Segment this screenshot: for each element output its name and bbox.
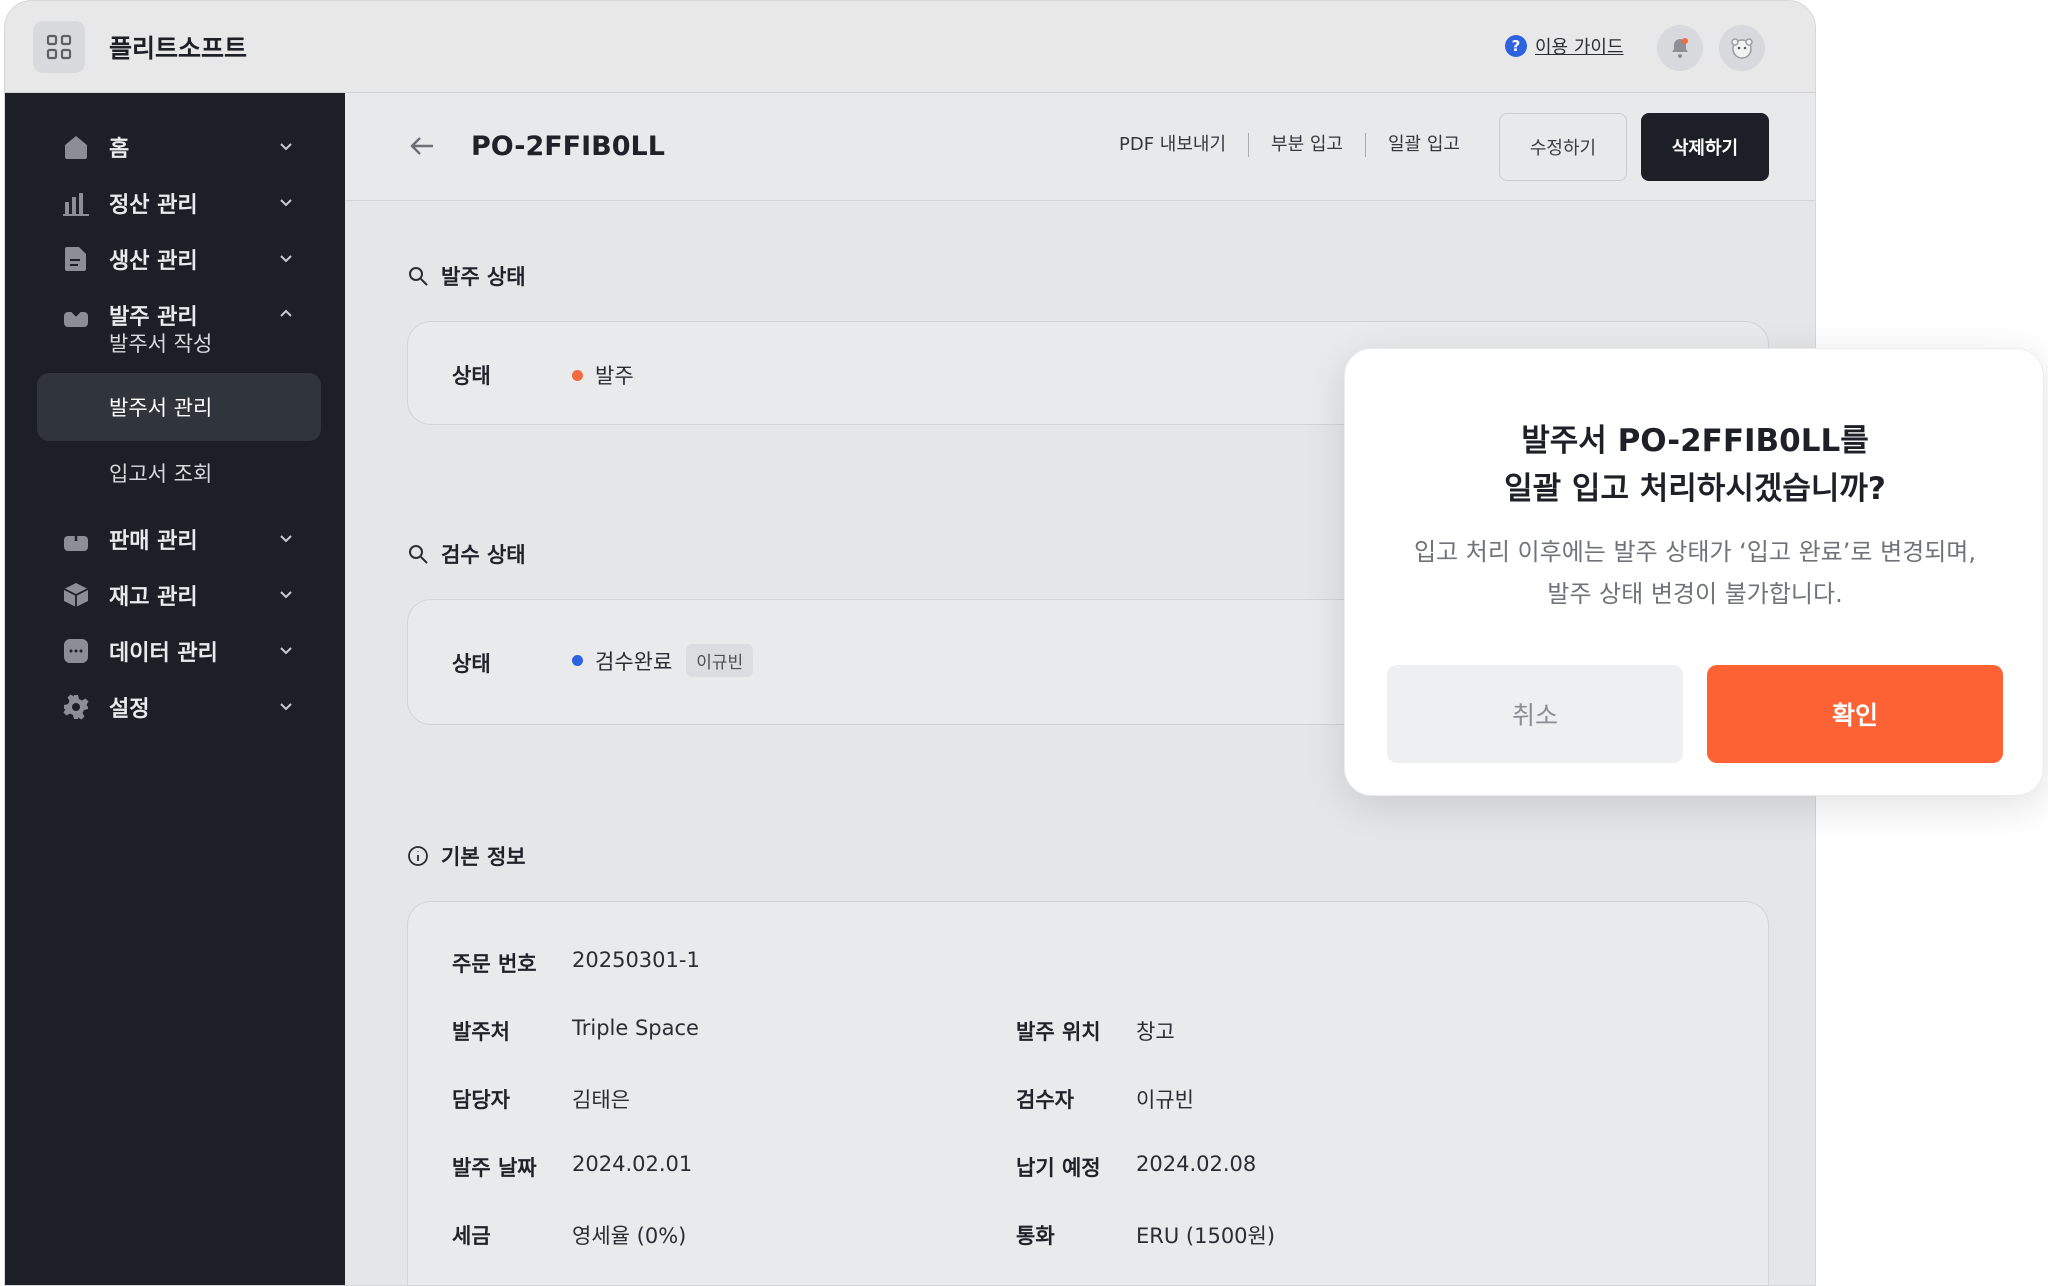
question-icon: ? bbox=[1505, 35, 1527, 57]
pdf-export-link[interactable]: PDF 내보내기 bbox=[1097, 133, 1250, 157]
info-value: 2024.02.01 bbox=[572, 1152, 693, 1176]
info-icon bbox=[408, 846, 428, 866]
chevron-down-icon bbox=[280, 591, 292, 599]
confirm-button[interactable]: 확인 bbox=[1707, 665, 2003, 763]
info-value: 2024.02.08 bbox=[1136, 1152, 1257, 1176]
status-key: 상태 bbox=[452, 364, 491, 388]
sidebar-subitem-po-manage[interactable]: 발주서 관리 bbox=[37, 373, 321, 441]
chevron-down-icon bbox=[280, 703, 292, 711]
outbox-icon bbox=[59, 522, 93, 556]
bar-chart-icon bbox=[59, 186, 93, 220]
info-value: 영세율 (0%) bbox=[572, 1224, 687, 1248]
sidebar-item-sales[interactable]: 판매 관리 bbox=[37, 511, 319, 567]
box-icon bbox=[59, 578, 93, 612]
dialog-desc-line: 발주 상태 변경이 불가합니다. bbox=[1547, 580, 1843, 608]
sidebar-subitem-po-create[interactable]: 발주서 작성 bbox=[37, 309, 321, 377]
sidebar-item-inventory[interactable]: 재고 관리 bbox=[37, 567, 319, 623]
arrow-left-icon[interactable] bbox=[407, 131, 437, 161]
info-key: 발주 위치 bbox=[1016, 1020, 1101, 1044]
chevron-down-icon bbox=[280, 255, 292, 263]
sidebar-item-settings[interactable]: 설정 bbox=[37, 679, 319, 735]
sidebar-subitem-receipt-view[interactable]: 입고서 조회 bbox=[37, 439, 321, 507]
sidebar-item-home[interactable]: 홈 bbox=[37, 119, 319, 175]
sidebar-item-label: 생산 관리 bbox=[109, 249, 198, 274]
info-key: 발주처 bbox=[452, 1020, 510, 1044]
inspector-tag: 이규빈 bbox=[686, 644, 754, 677]
sidebar-subitem-label: 발주서 관리 bbox=[109, 396, 213, 420]
chevron-down-icon bbox=[280, 535, 292, 543]
chevron-down-icon bbox=[280, 647, 292, 655]
home-icon bbox=[59, 130, 93, 164]
section-title-label: 기본 정보 bbox=[441, 845, 526, 869]
info-value: 창고 bbox=[1136, 1020, 1175, 1044]
chevron-down-icon bbox=[280, 143, 292, 151]
chevron-down-icon bbox=[280, 199, 292, 207]
sidebar-item-production[interactable]: 생산 관리 bbox=[37, 231, 319, 287]
header-actions: PDF 내보내기 부분 입고 일괄 입고 bbox=[1097, 133, 1482, 157]
info-key: 담당자 bbox=[452, 1088, 510, 1112]
inspection-status-section-title: 검수 상태 bbox=[407, 539, 526, 569]
bulk-receive-link[interactable]: 일괄 입고 bbox=[1366, 133, 1482, 157]
sidebar: 홈 정산 관리 생산 관리 발주 관리 발주서 작성 발주서 관리 입고서 조회… bbox=[5, 93, 345, 1285]
dots-icon bbox=[59, 634, 93, 668]
info-key: 통화 bbox=[1016, 1224, 1055, 1248]
avatar-icon[interactable] bbox=[1719, 25, 1765, 71]
section-title-label: 검수 상태 bbox=[441, 543, 526, 567]
sidebar-item-label: 홈 bbox=[109, 137, 130, 162]
guide-link[interactable]: ? 이용 가이드 bbox=[1505, 33, 1624, 59]
search-icon bbox=[409, 545, 428, 564]
sidebar-item-label: 정산 관리 bbox=[109, 193, 198, 218]
dialog-title: 발주서 PO-2FFIB0LL를 일괄 입고 처리하시겠습니까? bbox=[1345, 417, 2045, 513]
sidebar-item-label: 판매 관리 bbox=[109, 529, 198, 554]
dialog-description: 입고 처리 이후에는 발주 상태가 ‘입고 완료’로 변경되며, 발주 상태 변… bbox=[1345, 531, 2045, 615]
sidebar-subitem-label: 입고서 조회 bbox=[109, 462, 213, 486]
status-value: 검수완료 bbox=[595, 649, 673, 674]
status-dot bbox=[572, 369, 583, 381]
page-title: PO-2FFIB0LL bbox=[471, 131, 665, 162]
sidebar-item-label: 재고 관리 bbox=[109, 585, 198, 610]
status-key: 상태 bbox=[452, 652, 491, 676]
status-dot bbox=[572, 655, 583, 666]
confirm-dialog: 발주서 PO-2FFIB0LL를 일괄 입고 처리하시겠습니까? 입고 처리 이… bbox=[1344, 348, 2044, 796]
order-no-value: 20250301-1 bbox=[572, 948, 700, 972]
grid-icon[interactable] bbox=[33, 21, 85, 73]
page-header: PO-2FFIB0LL PDF 내보내기 부분 입고 일괄 입고 수정하기 삭제… bbox=[345, 93, 1815, 201]
info-key: 세금 bbox=[452, 1224, 491, 1248]
brand-name: 플리트소프트 bbox=[109, 34, 248, 63]
gear-icon bbox=[59, 690, 93, 724]
info-value: 김태은 bbox=[572, 1088, 630, 1112]
info-value: Triple Space bbox=[572, 1016, 699, 1040]
dialog-title-line: 일괄 입고 처리하시겠습니까? bbox=[1504, 471, 1886, 507]
order-status-section-title: 발주 상태 bbox=[407, 261, 526, 291]
sidebar-item-settlement[interactable]: 정산 관리 bbox=[37, 175, 319, 231]
info-value: 이규빈 bbox=[1136, 1088, 1194, 1112]
info-key: 납기 예정 bbox=[1016, 1156, 1101, 1180]
status-value: 발주 bbox=[595, 364, 634, 388]
document-icon bbox=[59, 242, 93, 276]
sidebar-item-label: 설정 bbox=[109, 697, 150, 722]
cancel-button[interactable]: 취소 bbox=[1387, 665, 1683, 763]
sidebar-item-label: 데이터 관리 bbox=[109, 641, 218, 666]
info-key: 발주 날짜 bbox=[452, 1156, 537, 1180]
info-key: 검수자 bbox=[1016, 1088, 1074, 1112]
info-value: ERU (1500원) bbox=[1136, 1224, 1276, 1248]
edit-button[interactable]: 수정하기 bbox=[1499, 113, 1627, 181]
sidebar-subitem-label: 발주서 작성 bbox=[109, 332, 213, 356]
search-icon bbox=[409, 267, 428, 286]
section-title-label: 발주 상태 bbox=[441, 265, 526, 289]
dialog-desc-line: 입고 처리 이후에는 발주 상태가 ‘입고 완료’로 변경되며, bbox=[1413, 538, 1977, 566]
partial-receive-link[interactable]: 부분 입고 bbox=[1249, 133, 1366, 157]
dialog-title-line: 발주서 PO-2FFIB0LL를 bbox=[1521, 423, 1869, 459]
bell-icon[interactable] bbox=[1657, 25, 1703, 71]
guide-label: 이용 가이드 bbox=[1535, 37, 1624, 58]
delete-button[interactable]: 삭제하기 bbox=[1641, 113, 1769, 181]
basic-info-section-title: 기본 정보 bbox=[407, 841, 526, 871]
order-no-key: 주문 번호 bbox=[452, 952, 537, 976]
top-bar: 플리트소프트 ? 이용 가이드 bbox=[5, 1, 1815, 93]
basic-info-card: 주문 번호 20250301-1 발주처 Triple Space 발주 위치 … bbox=[407, 901, 1769, 1285]
sidebar-item-data[interactable]: 데이터 관리 bbox=[37, 623, 319, 679]
